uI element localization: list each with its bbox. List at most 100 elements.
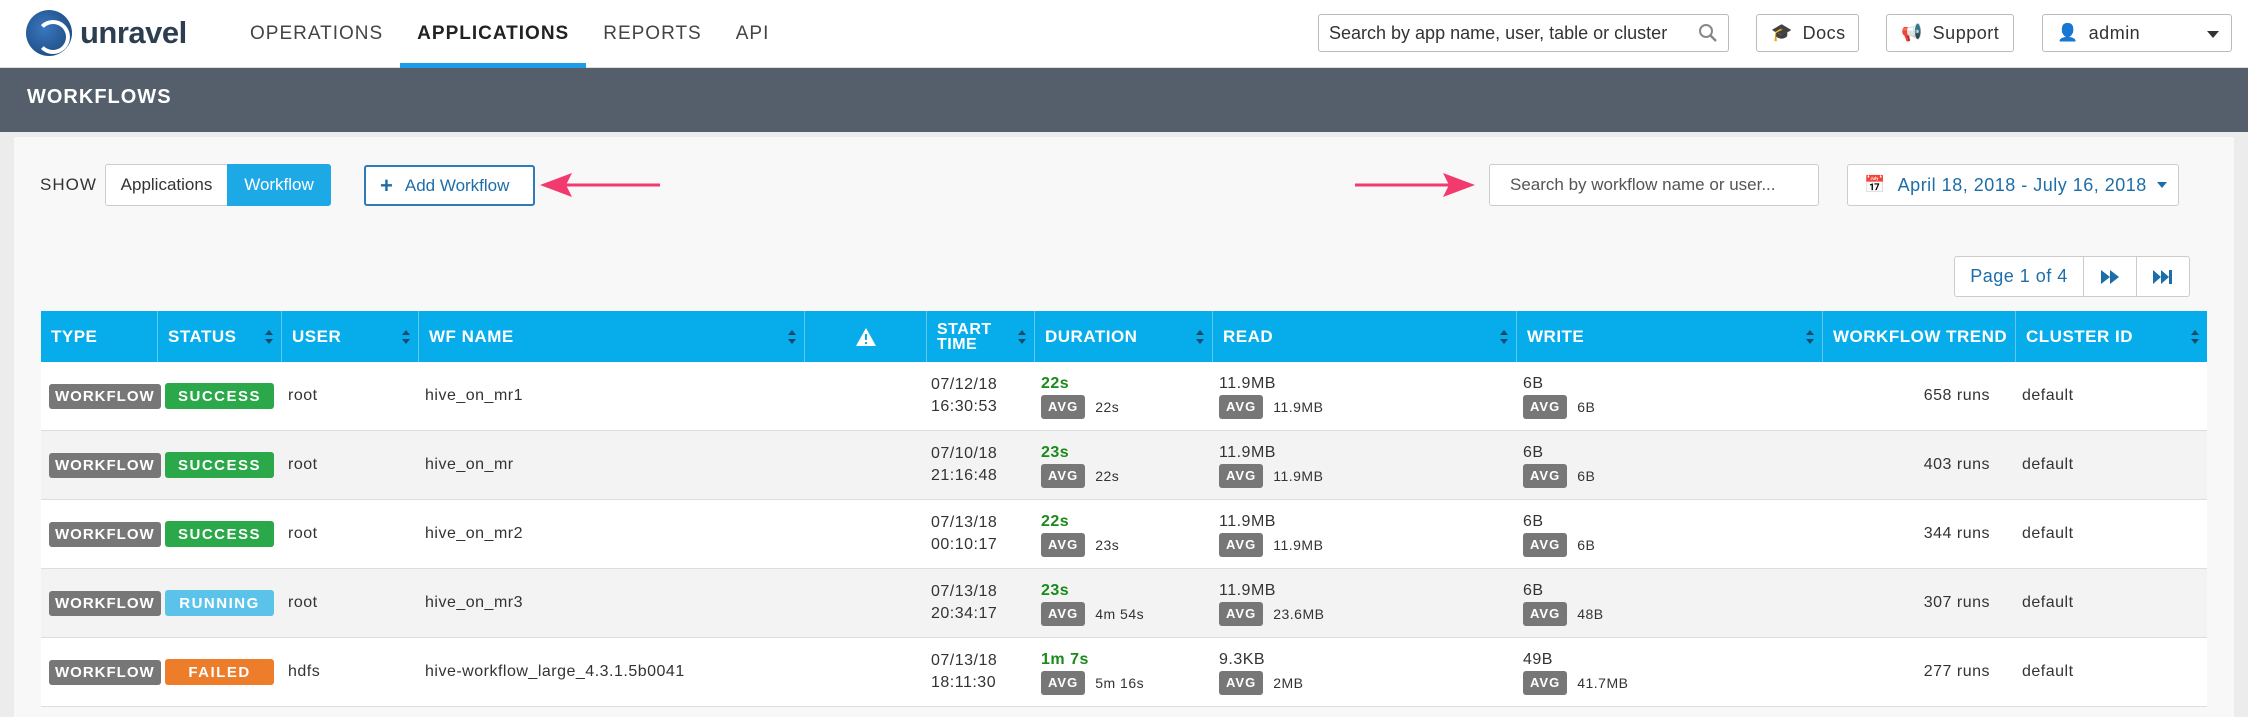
avg-badge: AVG bbox=[1041, 671, 1086, 695]
write-avg: 6B bbox=[1577, 399, 1596, 415]
logo[interactable]: unravel bbox=[26, 10, 187, 56]
support-button[interactable]: 📢 Support bbox=[1886, 14, 2014, 52]
col-trend[interactable]: WORKFLOW TREND bbox=[1823, 311, 2016, 362]
next-page-button[interactable] bbox=[2083, 257, 2136, 296]
nav-item-reports[interactable]: REPORTS bbox=[586, 0, 719, 68]
cluster-cell: default bbox=[2022, 525, 2074, 542]
toggle-workflow[interactable]: Workflow bbox=[227, 164, 331, 206]
trend-cell[interactable]: 277 runs bbox=[1823, 638, 1990, 706]
table-row[interactable]: WORKFLOW SUCCESS root hive_on_mr1 07/12/… bbox=[41, 362, 2207, 431]
start-date: 07/13/18 bbox=[931, 583, 998, 600]
start-time-cell: 07/12/18 16:30:53 bbox=[931, 362, 997, 430]
status-badge: SUCCESS bbox=[165, 452, 274, 478]
user-menu-button[interactable]: 👤 admin bbox=[2042, 14, 2232, 52]
start-date: 07/13/18 bbox=[931, 652, 998, 669]
chevron-down-icon bbox=[2207, 31, 2219, 38]
unravel-logo-icon bbox=[26, 10, 72, 56]
read-value: 9.3KB bbox=[1219, 651, 1266, 668]
read-cell: 9.3KB AVG 2MB bbox=[1219, 638, 1304, 706]
calendar-icon: 📅 bbox=[1864, 175, 1886, 194]
read-value: 11.9MB bbox=[1219, 375, 1276, 392]
col-write[interactable]: WRITE bbox=[1517, 311, 1823, 362]
user-cell: root bbox=[288, 594, 318, 611]
table-row[interactable]: WORKFLOW RUNNING root hive_on_mr3 07/13/… bbox=[41, 569, 2207, 638]
trend-cell[interactable]: 658 runs bbox=[1823, 362, 1990, 430]
duration-value: 23s bbox=[1041, 444, 1070, 461]
type-badge: WORKFLOW bbox=[49, 383, 161, 409]
col-write-label: WRITE bbox=[1527, 326, 1585, 346]
col-duration[interactable]: DURATION bbox=[1035, 311, 1213, 362]
section-header: WORKFLOWS bbox=[0, 68, 2248, 132]
col-read-label: READ bbox=[1223, 326, 1274, 346]
duration-avg: 5m 16s bbox=[1095, 675, 1145, 691]
wf-name-link[interactable]: hive_on_mr3 bbox=[425, 569, 523, 637]
wf-name-link[interactable]: hive-workflow_large_4.3.1.5b0041 bbox=[425, 638, 685, 706]
pagination: Page 1 of 4 bbox=[1954, 256, 2190, 297]
start-time-cell: 07/10/18 21:16:48 bbox=[931, 431, 997, 499]
duration-avg: 22s bbox=[1095, 468, 1120, 484]
nav-item-api[interactable]: API bbox=[719, 0, 787, 68]
workflow-search-box bbox=[1489, 164, 1819, 206]
avg-badge: AVG bbox=[1219, 602, 1264, 626]
start-time: 18:11:30 bbox=[931, 674, 997, 691]
nav-item-applications[interactable]: APPLICATIONS bbox=[400, 0, 587, 68]
col-wf-name[interactable]: WF NAME bbox=[419, 311, 805, 362]
col-user[interactable]: USER bbox=[282, 311, 419, 362]
status-badge: SUCCESS bbox=[165, 383, 274, 409]
avg-badge: AVG bbox=[1523, 602, 1568, 626]
duration-value: 22s bbox=[1041, 513, 1070, 530]
global-search-input[interactable] bbox=[1319, 15, 1689, 51]
avg-badge: AVG bbox=[1041, 464, 1086, 488]
workflow-search-input[interactable] bbox=[1490, 165, 1810, 205]
last-page-button[interactable] bbox=[2136, 257, 2189, 296]
user-icon: 👤 bbox=[2057, 23, 2079, 42]
write-cell: 6B AVG 6B bbox=[1523, 362, 1595, 430]
read-avg: 11.9MB bbox=[1273, 468, 1324, 484]
avg-badge: AVG bbox=[1219, 395, 1264, 419]
type-badge: WORKFLOW bbox=[49, 590, 161, 616]
add-workflow-button[interactable]: + Add Workflow bbox=[364, 165, 535, 206]
start-date: 07/10/18 bbox=[931, 445, 998, 462]
wf-name-link[interactable]: hive_on_mr1 bbox=[425, 362, 523, 430]
write-avg: 41.7MB bbox=[1577, 675, 1629, 691]
table-row[interactable]: WORKFLOW FAILED hdfs hive-workflow_large… bbox=[41, 638, 2207, 707]
read-cell: 11.9MB AVG 11.9MB bbox=[1219, 362, 1323, 430]
avg-badge: AVG bbox=[1523, 464, 1568, 488]
col-type[interactable]: TYPE bbox=[41, 311, 158, 362]
trend-cell[interactable]: 403 runs bbox=[1823, 431, 1990, 499]
avg-badge: AVG bbox=[1219, 671, 1264, 695]
wf-name-link[interactable]: hive_on_mr2 bbox=[425, 500, 523, 568]
nav-item-operations[interactable]: OPERATIONS bbox=[233, 0, 400, 68]
type-badge: WORKFLOW bbox=[49, 521, 161, 547]
read-cell: 11.9MB AVG 11.9MB bbox=[1219, 500, 1323, 568]
write-cell: 6B AVG 6B bbox=[1523, 431, 1595, 499]
col-cluster[interactable]: CLUSTER ID bbox=[2016, 311, 2207, 362]
type-badge: WORKFLOW bbox=[49, 659, 161, 685]
trend-cell[interactable]: 307 runs bbox=[1823, 569, 1990, 637]
duration-value: 1m 7s bbox=[1041, 651, 1089, 668]
col-status[interactable]: STATUS bbox=[158, 311, 282, 362]
trend-cell[interactable]: 344 runs bbox=[1823, 500, 1990, 568]
table-row[interactable]: WORKFLOW SUCCESS root hive_on_mr 07/10/1… bbox=[41, 431, 2207, 500]
duration-avg: 4m 54s bbox=[1095, 606, 1145, 622]
date-range-label: April 18, 2018 - July 16, 2018 bbox=[1897, 174, 2147, 195]
col-start-label-1: START bbox=[937, 320, 992, 338]
show-label: SHOW bbox=[40, 175, 97, 194]
date-range-picker[interactable]: 📅 April 18, 2018 - July 16, 2018 bbox=[1847, 164, 2179, 206]
table-row[interactable]: WORKFLOW SUCCESS root hive_on_mr2 07/13/… bbox=[41, 500, 2207, 569]
col-warning[interactable] bbox=[805, 311, 927, 362]
toggle-applications[interactable]: Applications bbox=[105, 164, 228, 206]
read-avg: 11.9MB bbox=[1273, 537, 1324, 553]
search-icon[interactable] bbox=[1698, 23, 1718, 43]
wf-name-link[interactable]: hive_on_mr bbox=[425, 431, 514, 499]
col-start-time[interactable]: START TIME bbox=[927, 311, 1035, 362]
docs-button[interactable]: 🎓 Docs bbox=[1756, 14, 1859, 52]
avg-badge: AVG bbox=[1041, 395, 1086, 419]
col-read[interactable]: READ bbox=[1213, 311, 1517, 362]
cluster-cell: default bbox=[2022, 594, 2074, 611]
status-badge: RUNNING bbox=[165, 590, 274, 616]
warning-icon bbox=[855, 327, 876, 346]
start-time: 20:34:17 bbox=[931, 605, 998, 622]
start-date: 07/12/18 bbox=[931, 376, 998, 393]
start-time: 16:30:53 bbox=[931, 398, 998, 415]
